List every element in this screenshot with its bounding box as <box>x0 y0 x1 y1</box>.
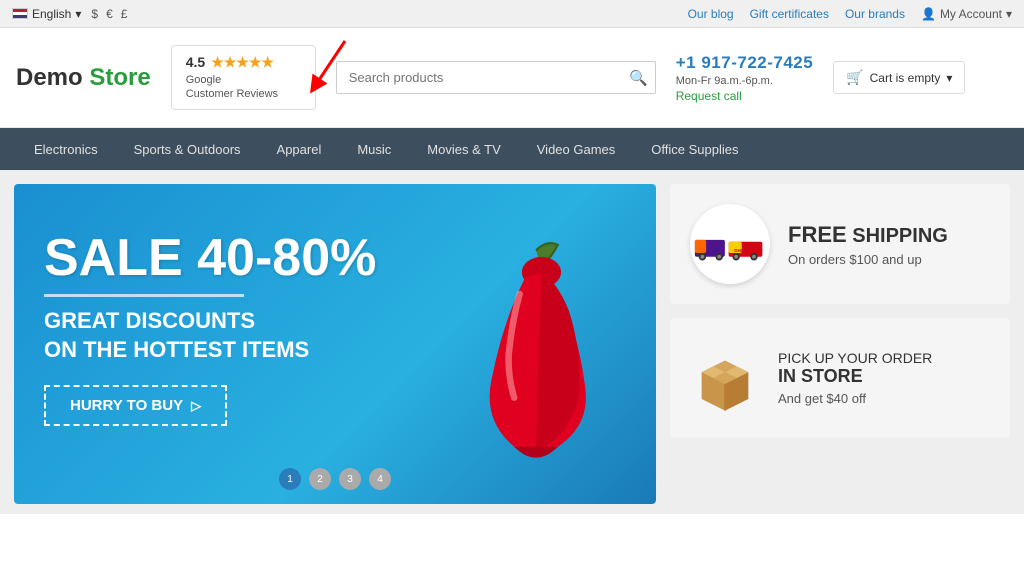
main-content: SALE 40-80% GREAT DISCOUNTS ON THE HOTTE… <box>0 170 1024 514</box>
pickup-line1: PICK UP YOUR ORDER <box>778 350 932 366</box>
nav-item-electronics[interactable]: Electronics <box>16 128 116 170</box>
chili-image <box>406 234 656 474</box>
right-sidebar: DHL FREE SHIPPING On orders $100 and up <box>670 184 1010 504</box>
hero-divider <box>44 294 244 297</box>
hero-subtitle-line1: GREAT DISCOUNTS <box>44 308 255 333</box>
language-selector[interactable]: English ▾ <box>12 7 81 21</box>
lang-dropdown-icon: ▾ <box>75 7 81 21</box>
contact-info: +1 917-722-7425 Mon-Fr 9a.m.-6p.m. Reque… <box>676 53 813 103</box>
free-shipping-subtitle: On orders $100 and up <box>788 252 948 267</box>
free-shipping-card: DHL FREE SHIPPING On orders $100 and up <box>670 184 1010 304</box>
gift-certificates-link[interactable]: Gift certificates <box>750 7 829 21</box>
nav-item-apparel[interactable]: Apparel <box>259 128 340 170</box>
reviews-label: GoogleCustomer Reviews <box>186 73 278 102</box>
hero-subtitle-line2: ON THE HOTTEST ITEMS <box>44 337 309 362</box>
reviews-badge[interactable]: 4.5 ★★★★★ GoogleCustomer Reviews <box>171 45 316 111</box>
top-bar: English ▾ $ € £ Our blog Gift certificat… <box>0 0 1024 28</box>
account-dropdown-icon: ▾ <box>1006 7 1012 21</box>
nav-item-sports[interactable]: Sports & Outdoors <box>116 128 259 170</box>
hero-cta-button[interactable]: HURRY TO BUY <box>44 385 227 426</box>
logo-store: Store <box>89 64 150 91</box>
cart-dropdown-icon: ▾ <box>946 71 952 85</box>
flag-icon <box>12 8 28 19</box>
carousel-dot-1[interactable]: 1 <box>279 468 301 490</box>
site-logo[interactable]: Demo Store <box>16 64 151 92</box>
carousel-dots: 1 2 3 4 <box>279 468 391 490</box>
rating-value: 4.5 <box>186 54 205 70</box>
box-icon <box>690 343 760 413</box>
free-shipping-title: FREE SHIPPING <box>788 222 948 248</box>
phone-prefix: +1 917- <box>676 53 738 72</box>
our-brands-link[interactable]: Our brands <box>845 7 905 21</box>
nav-item-music[interactable]: Music <box>339 128 409 170</box>
cart-label: Cart is empty <box>870 71 941 85</box>
top-bar-left: English ▾ $ € £ <box>12 7 127 21</box>
navigation-bar: Electronics Sports & Outdoors Apparel Mu… <box>0 128 1024 170</box>
request-call-link[interactable]: Request call <box>676 89 742 103</box>
currency-gbp[interactable]: £ <box>121 7 128 21</box>
pickup-card: PICK UP YOUR ORDER IN STORE And get $40 … <box>670 318 1010 438</box>
free-shipping-text: FREE SHIPPING On orders $100 and up <box>788 222 948 267</box>
nav-item-officesupplies[interactable]: Office Supplies <box>633 128 756 170</box>
search-wrap: 🔍 <box>336 61 656 94</box>
currency-usd[interactable]: $ <box>91 7 98 21</box>
logo-demo: Demo <box>16 64 83 91</box>
business-hours: Mon-Fr 9a.m.-6p.m. <box>676 75 773 87</box>
our-blog-link[interactable]: Our blog <box>688 7 734 21</box>
phone-number-bold: 722-7425 <box>737 53 813 72</box>
my-account-label: My Account <box>940 7 1002 21</box>
language-label: English <box>32 7 71 21</box>
carousel-dot-2[interactable]: 2 <box>309 468 331 490</box>
my-account-menu[interactable]: 👤 My Account ▾ <box>921 7 1012 21</box>
nav-item-videogames[interactable]: Video Games <box>519 128 634 170</box>
search-button[interactable]: 🔍 <box>629 69 648 87</box>
rating-row: 4.5 ★★★★★ <box>186 54 274 71</box>
pickup-text: PICK UP YOUR ORDER IN STORE And get $40 … <box>778 350 932 406</box>
pickup-title: PICK UP YOUR ORDER IN STORE <box>778 350 932 387</box>
search-input[interactable] <box>336 61 656 94</box>
free-label: FREE <box>788 222 847 247</box>
pickup-subtitle: And get $40 off <box>778 391 932 406</box>
cart-icon: 🛒 <box>846 69 863 86</box>
person-icon: 👤 <box>921 7 936 21</box>
shipping-label: SHIPPING <box>847 225 948 247</box>
trucks-icon: DHL <box>690 204 770 284</box>
pickup-line2: IN STORE <box>778 366 932 387</box>
svg-text:DHL: DHL <box>734 248 744 253</box>
currency-eur[interactable]: € <box>106 7 113 21</box>
carousel-dot-3[interactable]: 3 <box>339 468 361 490</box>
star-rating: ★★★★★ <box>211 54 274 71</box>
cart-button[interactable]: 🛒 Cart is empty ▾ <box>833 61 965 94</box>
currency-selector: $ € £ <box>91 7 127 21</box>
nav-item-movies[interactable]: Movies & TV <box>409 128 518 170</box>
hero-banner: SALE 40-80% GREAT DISCOUNTS ON THE HOTTE… <box>14 184 656 504</box>
carousel-dot-4[interactable]: 4 <box>369 468 391 490</box>
top-bar-right: Our blog Gift certificates Our brands 👤 … <box>688 7 1012 21</box>
phone-number: +1 917-722-7425 <box>676 53 813 73</box>
header: Demo Store 4.5 ★★★★★ GoogleCustomer Revi… <box>0 28 1024 128</box>
